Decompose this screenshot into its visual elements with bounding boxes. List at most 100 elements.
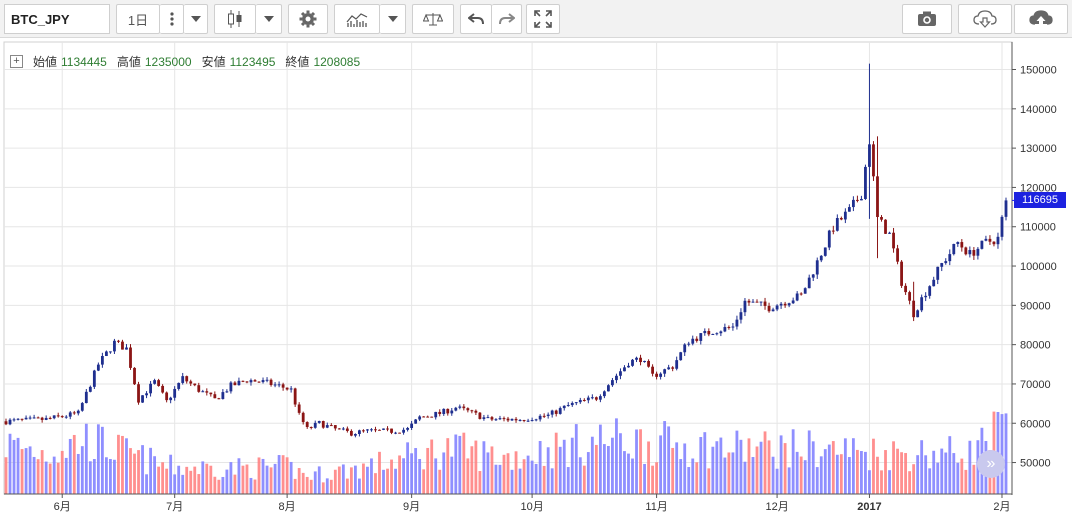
candle-body [498, 418, 502, 420]
volume-bar [635, 429, 638, 494]
volume-bar [434, 458, 438, 494]
volume-bar [277, 455, 281, 494]
volume-bar [133, 453, 136, 494]
candle-body [141, 395, 144, 403]
candle-body [40, 417, 44, 420]
candle-body [522, 419, 526, 421]
candle-body [28, 417, 32, 419]
volume-bar [695, 462, 699, 494]
candle-body [856, 199, 859, 201]
volume-bar [149, 447, 152, 494]
legend-collapse-icon[interactable]: + [10, 55, 23, 68]
volume-bar [743, 461, 747, 494]
snapshot-button[interactable] [902, 4, 952, 34]
candle-body [743, 300, 747, 313]
undo-button[interactable] [460, 4, 492, 34]
candle-body [329, 425, 333, 427]
candle-body [4, 421, 8, 425]
load-chart-button[interactable] [958, 4, 1012, 34]
save-chart-button[interactable] [1014, 4, 1068, 34]
chart-type-button[interactable] [214, 4, 256, 34]
candle-body [48, 417, 52, 419]
y-tick-label: 80000 [1020, 340, 1051, 352]
volume-bar [490, 446, 494, 494]
candle-body [787, 303, 791, 306]
candle-body [655, 373, 659, 377]
symbol-input[interactable]: BTC_JPY [4, 4, 110, 34]
volume-bar [48, 463, 52, 494]
x-tick-label: 11月 [645, 501, 667, 513]
scroll-to-latest-button[interactable]: » [977, 450, 1005, 478]
volume-bar [831, 441, 835, 494]
candle-body [763, 301, 767, 306]
volume-bar [177, 465, 181, 494]
volume-bar [904, 453, 908, 494]
volume-bar [864, 451, 867, 494]
volume-bar [932, 450, 936, 494]
candle-body [92, 370, 96, 387]
redo-button[interactable] [492, 4, 522, 34]
candle-body [24, 417, 28, 420]
volume-bar [32, 456, 36, 494]
volume-bar [165, 468, 169, 494]
candle-body [44, 417, 48, 420]
candle-body [32, 417, 36, 419]
candle-body [514, 418, 518, 421]
candle-body [366, 429, 369, 431]
high-value: 1235000 [144, 54, 192, 69]
volume-bar [92, 459, 96, 494]
volume-bar [960, 458, 964, 494]
candle-body [402, 429, 405, 433]
candle-body [751, 301, 755, 303]
candle-body [964, 247, 968, 255]
volume-bar [767, 440, 771, 494]
compare-scale-button[interactable] [412, 4, 454, 34]
candle-body [277, 384, 281, 386]
volume-bar [687, 467, 691, 494]
dropdown-icon [263, 16, 274, 22]
candle-body [815, 260, 819, 275]
candlestick-icon [228, 10, 242, 28]
candle-body [161, 385, 165, 393]
chart-area[interactable]: 50000 60000 70000 80000 90000 100000 110000 120… [0, 39, 1072, 517]
volume-bar [482, 441, 486, 494]
volume-bar [783, 443, 787, 494]
indicators-dropdown[interactable] [380, 4, 406, 34]
volume-bar [542, 465, 546, 494]
high-label: 高値 [116, 55, 141, 69]
volume-bar [317, 466, 321, 494]
candle-body [96, 364, 100, 371]
interval-button[interactable]: 1日 [116, 4, 160, 34]
price-chart[interactable]: 50000 60000 70000 80000 90000 100000 110000 120… [0, 39, 1072, 517]
volume-bar [876, 456, 879, 494]
volume-bar [241, 465, 245, 494]
volume-bar [458, 435, 462, 494]
volume-bar [558, 446, 562, 494]
compare-button[interactable] [160, 4, 184, 34]
volume-bar [639, 429, 642, 494]
volume-bar [510, 469, 514, 494]
candle-body [382, 428, 385, 430]
candle-body [185, 376, 189, 382]
volume-bar [181, 474, 185, 494]
settings-button[interactable] [288, 4, 328, 34]
compare-dropdown-button[interactable] [184, 4, 208, 34]
candle-body [920, 297, 924, 311]
indicators-button[interactable] [334, 4, 380, 34]
volume-bar [908, 471, 912, 494]
candle-body [20, 418, 24, 420]
chart-type-dropdown[interactable] [256, 4, 282, 34]
volume-bar [912, 464, 916, 494]
candle-body [944, 261, 948, 264]
compare-icon [169, 12, 174, 26]
candle-body [426, 416, 430, 418]
volume-bar [775, 468, 779, 494]
candle-body [12, 419, 16, 421]
candle-body [165, 392, 169, 401]
volume-bar [759, 441, 763, 494]
volume-bar [807, 430, 811, 494]
fullscreen-button[interactable] [526, 4, 560, 34]
volume-bar [104, 457, 108, 494]
volume-bar [964, 469, 968, 494]
volume-bar [341, 464, 345, 494]
